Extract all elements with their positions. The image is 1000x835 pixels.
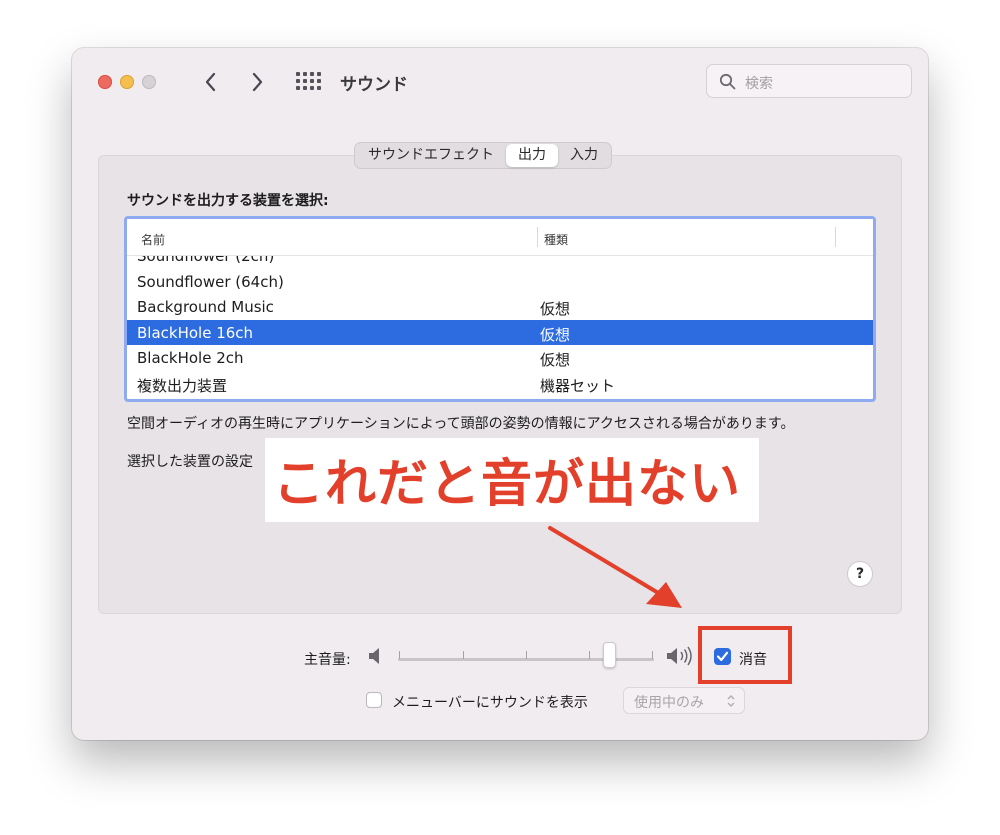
device-name: BlackHole 2ch bbox=[137, 349, 244, 367]
chevron-left-icon bbox=[205, 72, 216, 92]
device-type: 仮想 bbox=[540, 300, 571, 318]
output-device-list[interactable]: Soundflower (2ch) Soundflower (64ch) Bac… bbox=[124, 216, 876, 402]
annotation-callout: これだと音が出ない bbox=[265, 438, 759, 522]
close-button[interactable] bbox=[98, 75, 112, 89]
tab-sound-effects[interactable]: サウンドエフェクト bbox=[356, 144, 506, 167]
show-all-grid-button[interactable] bbox=[296, 72, 321, 92]
device-type: 機器セット bbox=[540, 376, 616, 395]
annotation-text: これだと音が出ない bbox=[273, 455, 742, 514]
minimize-button[interactable] bbox=[120, 75, 134, 89]
selected-device-settings-label: 選択した装置の設定 bbox=[127, 454, 253, 470]
updown-chevron-icon bbox=[727, 694, 735, 708]
sound-preferences-window: サウンド 検索 サウンドエフェクト 出力 入力 サウンドを出力する装置を選択: … bbox=[72, 48, 928, 740]
device-name: BlackHole 16ch bbox=[137, 323, 254, 342]
slider-tick bbox=[526, 651, 527, 659]
annotation-highlight-box bbox=[698, 626, 792, 684]
slider-tick bbox=[399, 651, 400, 659]
search-icon bbox=[719, 73, 736, 90]
select-value: 使用中のみ bbox=[634, 695, 704, 711]
device-row[interactable]: Soundflower (64ch) bbox=[127, 269, 873, 295]
forward-button[interactable] bbox=[242, 67, 272, 97]
slider-tick bbox=[463, 651, 464, 659]
menubar-visibility-select[interactable]: 使用中のみ bbox=[623, 687, 745, 714]
tab-bar: サウンドエフェクト 出力 入力 bbox=[354, 142, 612, 169]
back-button[interactable] bbox=[196, 67, 226, 97]
slider-tick bbox=[589, 651, 590, 659]
help-button[interactable]: ? bbox=[847, 561, 873, 587]
tab-input[interactable]: 入力 bbox=[558, 144, 610, 167]
show-in-menubar-checkbox[interactable] bbox=[366, 692, 382, 708]
spatial-audio-note: 空間オーディオの再生時にアプリケーションによって頭部の姿勢の情報にアクセスされる… bbox=[127, 416, 795, 432]
column-header-name[interactable]: 名前 bbox=[141, 231, 165, 248]
zoom-button[interactable] bbox=[142, 75, 156, 89]
device-type: 仮想 bbox=[540, 351, 571, 369]
column-divider[interactable] bbox=[835, 227, 836, 247]
device-name: 複数出力装置 bbox=[137, 376, 228, 395]
search-placeholder: 検索 bbox=[745, 76, 773, 92]
device-type: 仮想 bbox=[540, 325, 571, 344]
output-panel: サウンドを出力する装置を選択: Soundflower (2ch) Soundf… bbox=[98, 155, 902, 614]
device-row[interactable]: 複数出力装置 機器セット bbox=[127, 371, 873, 397]
device-row[interactable]: BlackHole 2ch 仮想 bbox=[127, 345, 873, 371]
volume-slider-knob[interactable] bbox=[602, 642, 616, 668]
column-header-type[interactable]: 種類 bbox=[544, 231, 568, 248]
speaker-high-icon bbox=[667, 646, 692, 666]
column-divider[interactable] bbox=[537, 227, 538, 247]
device-rows: Soundflower (2ch) Soundflower (64ch) Bac… bbox=[127, 243, 873, 396]
device-name: Soundflower (64ch) bbox=[137, 272, 284, 291]
show-in-menubar-label[interactable]: メニューバーにサウンドを表示 bbox=[392, 692, 588, 712]
window-title: サウンド bbox=[340, 75, 408, 95]
device-row[interactable]: Background Music 仮想 bbox=[127, 294, 873, 320]
volume-label: 主音量: bbox=[304, 652, 351, 668]
list-header: 名前 種類 bbox=[127, 219, 873, 256]
annotation-arrow-icon bbox=[548, 526, 682, 608]
chevron-right-icon bbox=[252, 72, 263, 92]
slider-tick bbox=[652, 651, 653, 659]
speaker-low-icon bbox=[369, 648, 379, 664]
output-section-label: サウンドを出力する装置を選択: bbox=[127, 193, 329, 209]
search-field[interactable]: 検索 bbox=[706, 64, 912, 98]
device-name: Background Music bbox=[137, 298, 274, 316]
tab-output[interactable]: 出力 bbox=[506, 144, 558, 167]
device-row-selected[interactable]: BlackHole 16ch 仮想 bbox=[127, 319, 873, 345]
